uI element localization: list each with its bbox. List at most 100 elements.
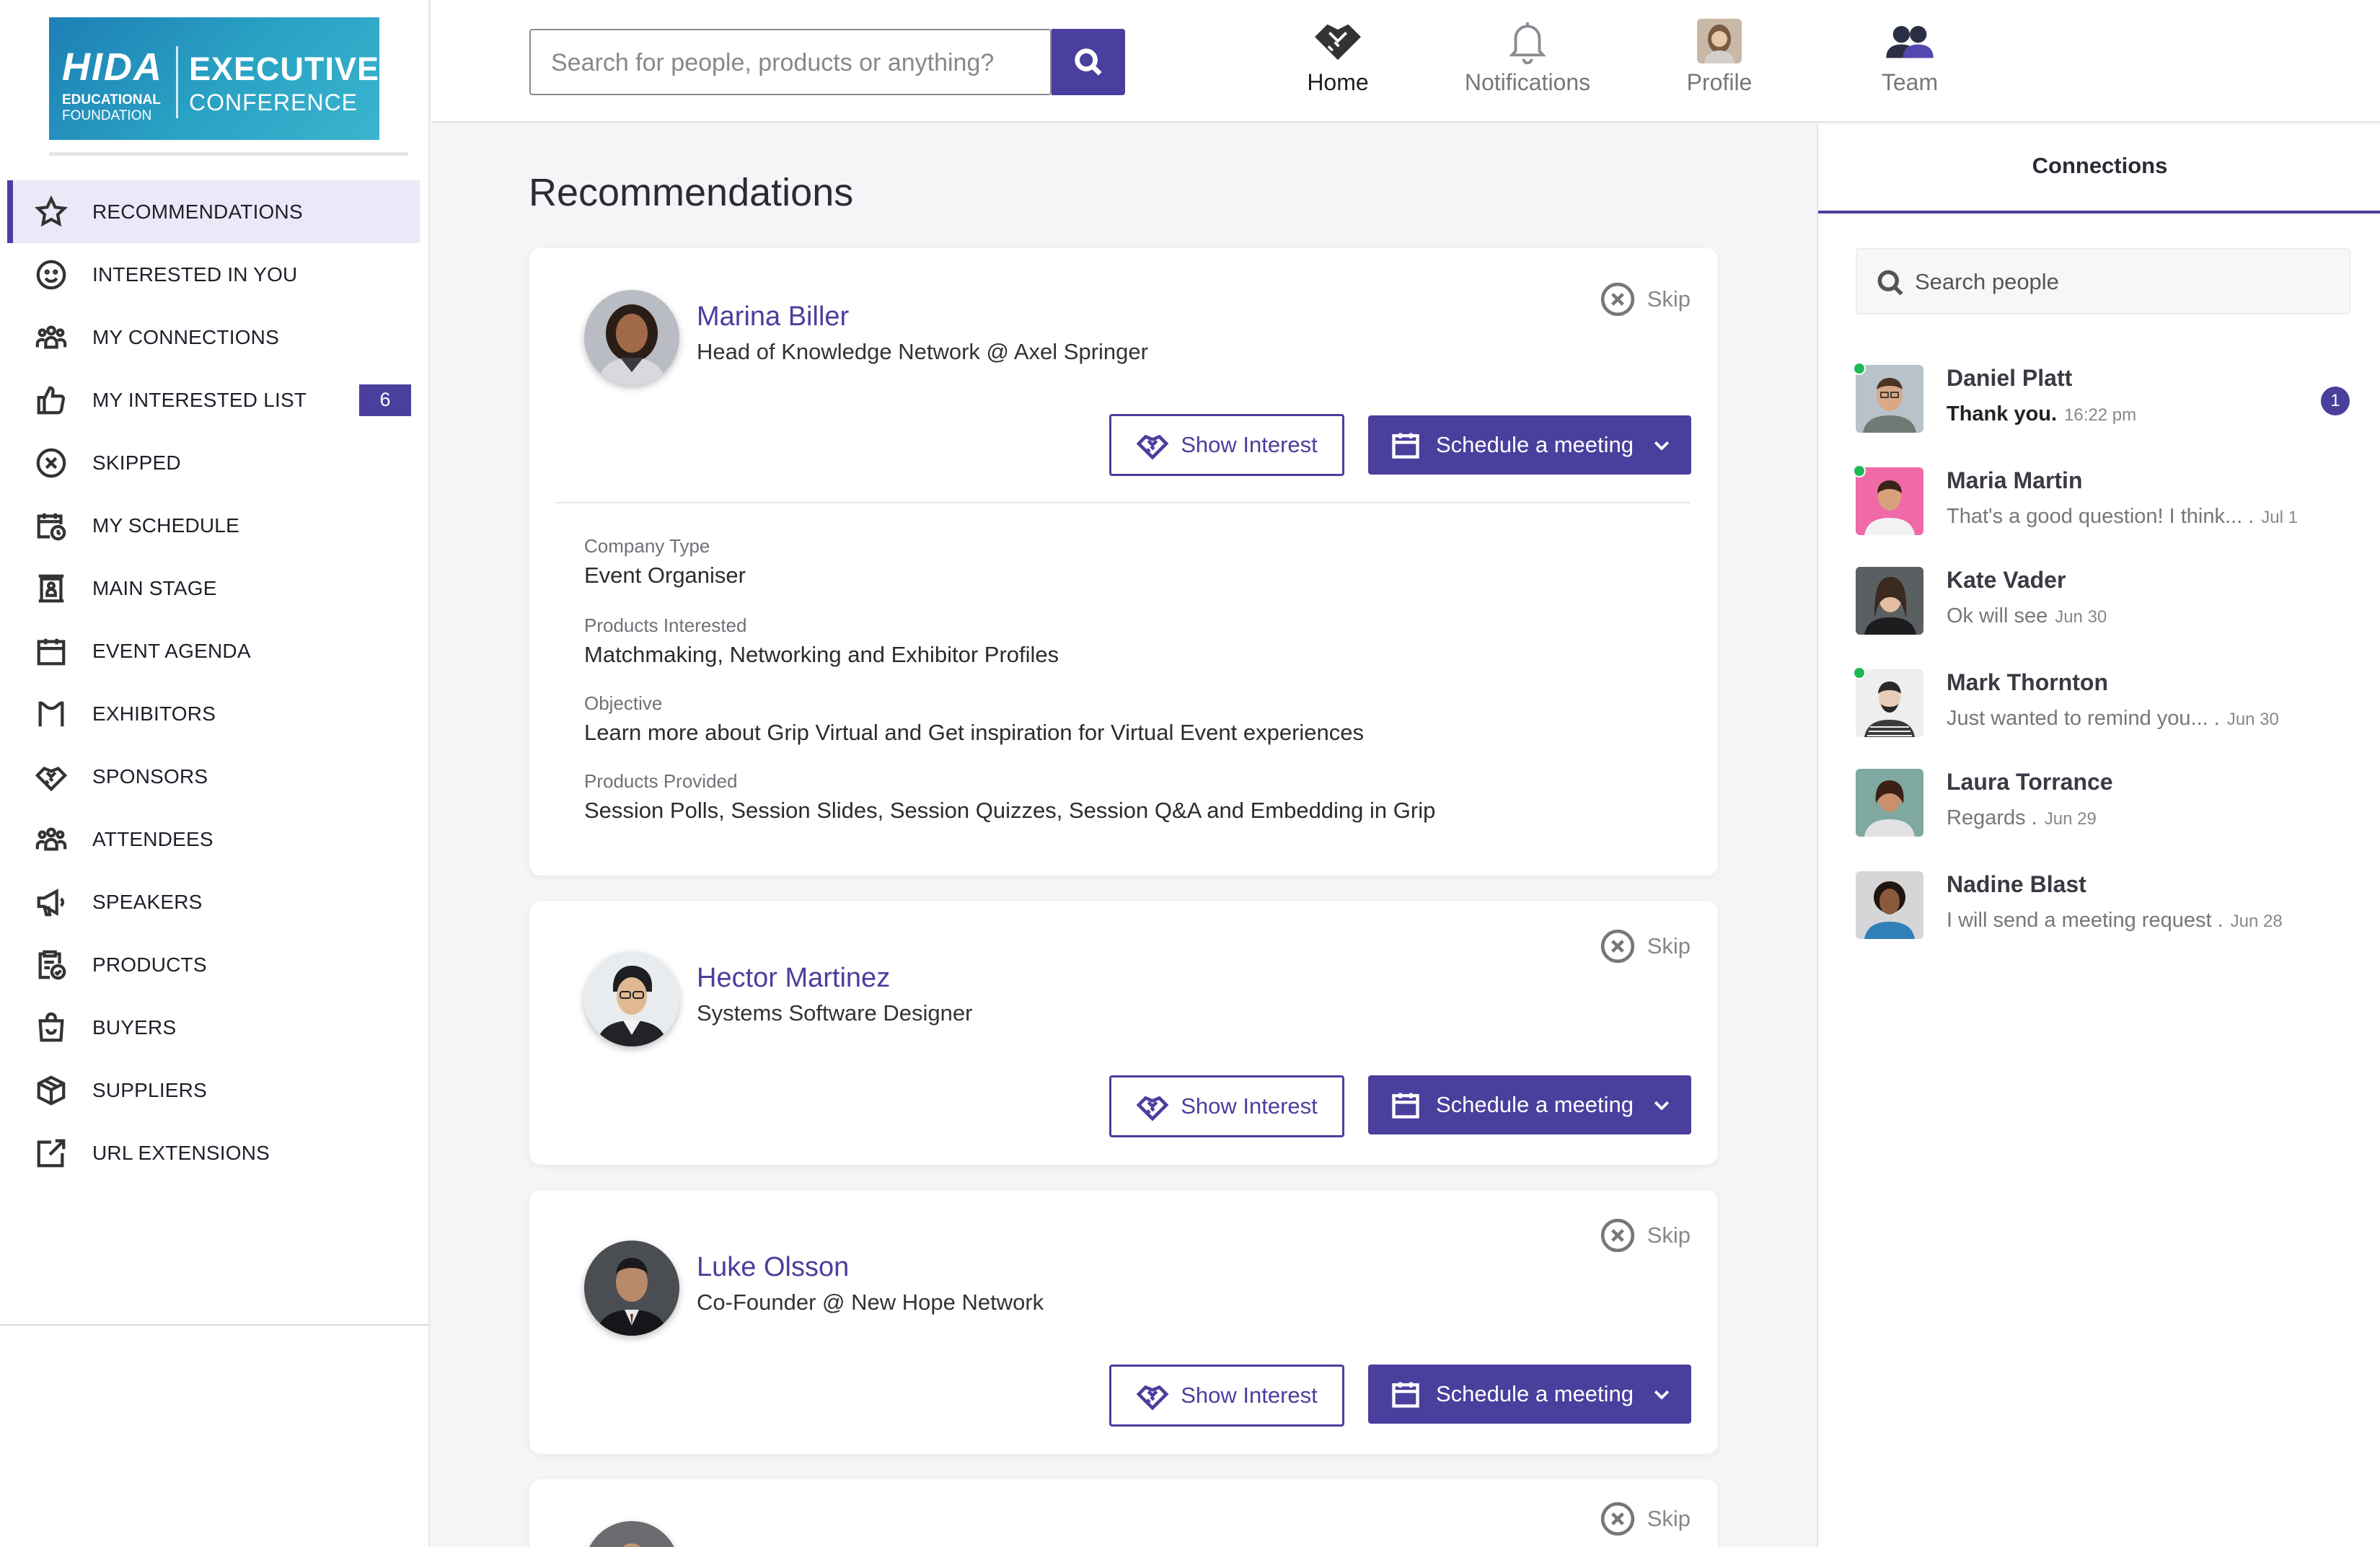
online-indicator — [1853, 362, 1866, 375]
topnav-home[interactable]: Home — [1251, 13, 1424, 108]
avatar — [1856, 669, 1923, 737]
online-indicator — [1853, 666, 1866, 679]
last-message: Just wanted to remind you... . Jun 30 — [1947, 707, 2279, 731]
show-interest-label: Show Interest — [1181, 1383, 1318, 1408]
sidebar-item-url-extensions[interactable]: URL EXTENSIONS — [7, 1121, 420, 1184]
avatar[interactable] — [584, 1521, 679, 1547]
event-logo[interactable]: HIDA EDUCATIONAL FOUNDATION EXECUTIVE CO… — [49, 17, 379, 140]
conversation-item[interactable]: Nadine Blast I will send a meeting reque… — [1856, 871, 2361, 951]
star-icon — [33, 194, 69, 230]
sidebar-item-products[interactable]: PRODUCTS — [7, 933, 420, 996]
schedule-meeting-button[interactable]: Schedule a meeting — [1368, 1365, 1691, 1424]
profile-avatar — [1697, 19, 1742, 63]
message-time: 16:22 pm — [2064, 405, 2137, 425]
topnav-label: Home — [1307, 69, 1369, 95]
detail-value: Matchmaking, Networking and Exhibitor Pr… — [584, 642, 1059, 667]
conversation-item[interactable]: Kate Vader Ok will see Jun 30 — [1856, 567, 2361, 646]
person-name[interactable]: Luke Olsson — [697, 1252, 849, 1283]
schedule-meeting-button[interactable]: Schedule a meeting — [1368, 1075, 1691, 1134]
sidebar-item-label: INTERESTED IN YOU — [92, 263, 298, 286]
logo-event-line1: EXECUTIVE — [189, 50, 380, 87]
calendar-icon — [1392, 1382, 1419, 1408]
sidebar-item-skipped[interactable]: SKIPPED — [7, 431, 420, 494]
topnav-team[interactable]: Team — [1823, 13, 1996, 108]
skip-button[interactable]: Skip — [1600, 928, 1691, 964]
message-time: Jun 29 — [2044, 809, 2097, 829]
skip-label: Skip — [1647, 1222, 1691, 1248]
conversation-item[interactable]: Mark Thornton Just wanted to remind you.… — [1853, 666, 2361, 749]
handshake-icon — [1315, 24, 1361, 61]
sidebar-item-speakers[interactable]: SPEAKERS — [7, 871, 420, 933]
schedule-meeting-button[interactable]: Schedule a meeting — [1368, 415, 1691, 475]
sidebar-item-interested-in-you[interactable]: INTERESTED IN YOU — [7, 243, 420, 306]
x-circle-icon — [1600, 1502, 1634, 1536]
group-icon — [33, 319, 69, 356]
recommendation-card: Marina Biller Head of Knowledge Network … — [529, 248, 1718, 876]
sidebar-item-label: URL EXTENSIONS — [92, 1141, 270, 1164]
sidebar-item-buyers[interactable]: BUYERS — [7, 996, 420, 1059]
sidebar-item-attendees[interactable]: ATTENDEES — [7, 808, 420, 871]
sidebar-item-main-stage[interactable]: MAIN STAGE — [7, 557, 420, 620]
avatar[interactable] — [584, 290, 679, 385]
sidebar-item-label: MAIN STAGE — [92, 576, 217, 599]
booth-icon — [33, 696, 69, 732]
topnav-notifications[interactable]: Notifications — [1441, 13, 1614, 108]
handshake-icon — [1136, 434, 1169, 460]
skip-button[interactable]: Skip — [1600, 1501, 1691, 1537]
chevron-down-icon[interactable] — [1651, 1383, 1672, 1405]
x-circle-icon — [1600, 282, 1634, 317]
topnav-profile[interactable]: Profile — [1633, 13, 1806, 108]
sidebar-item-my-connections[interactable]: MY CONNECTIONS — [7, 306, 420, 369]
logo-foundation-line2: FOUNDATION — [62, 108, 152, 123]
sidebar-item-my-schedule[interactable]: MY SCHEDULE — [7, 494, 420, 557]
calendar-clock-icon — [33, 508, 69, 544]
sidebar-item-recommendations[interactable]: RECOMMENDATIONS — [7, 180, 420, 243]
show-interest-button[interactable]: Show Interest — [1109, 1365, 1344, 1427]
recommendation-card: Hector Martinez Systems Software Designe… — [529, 901, 1718, 1165]
sidebar-item-label: EVENT AGENDA — [92, 639, 251, 662]
conversation-item[interactable]: Laura Torrance Regards . Jun 29 — [1856, 769, 2361, 848]
person-title: Systems Software Designer — [697, 1000, 973, 1026]
recommendation-card: Skip — [529, 1479, 1718, 1547]
online-indicator — [1853, 464, 1866, 477]
avatar — [1856, 871, 1923, 939]
sidebar-item-label: SPONSORS — [92, 764, 208, 788]
calendar-icon — [33, 633, 69, 669]
skip-button[interactable]: Skip — [1600, 281, 1691, 317]
chevron-down-icon[interactable] — [1651, 434, 1672, 456]
message-time: Jul 1 — [2261, 508, 2298, 527]
avatar[interactable] — [584, 951, 679, 1046]
sidebar-item-event-agenda[interactable]: EVENT AGENDA — [7, 620, 420, 682]
box-icon — [33, 1072, 69, 1109]
sidebar-item-exhibitors[interactable]: EXHIBITORS — [7, 682, 420, 745]
sidebar-item-my-interested-list[interactable]: MY INTERESTED LIST 6 — [7, 369, 420, 431]
show-interest-button[interactable]: Show Interest — [1109, 414, 1344, 476]
sidebar-divider — [0, 1324, 428, 1326]
skip-label: Skip — [1647, 286, 1691, 312]
message-text: Thank you. — [1947, 402, 2058, 426]
sidebar-item-suppliers[interactable]: SUPPLIERS — [7, 1059, 420, 1121]
avatar[interactable] — [584, 1240, 679, 1336]
last-message: That's a good question! I think... . Jul … — [1947, 505, 2298, 529]
tab-connections[interactable]: Connections — [1818, 124, 2380, 213]
message-time: Jun 28 — [2230, 912, 2283, 931]
top-bar: Home Notifications Profile Team — [431, 0, 2380, 123]
conversation-item[interactable]: Daniel Platt Thank you. 16:22 pm 1 — [1853, 362, 2361, 444]
person-name[interactable]: Hector Martinez — [697, 963, 890, 994]
sidebar-item-label: BUYERS — [92, 1015, 177, 1039]
sidebar-item-label: SUPPLIERS — [92, 1078, 207, 1101]
sidebar-item-sponsors[interactable]: SPONSORS — [7, 745, 420, 808]
search-button[interactable] — [1052, 29, 1125, 95]
sidebar-item-label: MY INTERESTED LIST — [92, 388, 307, 411]
chevron-down-icon[interactable] — [1651, 1094, 1672, 1116]
skip-button[interactable]: Skip — [1600, 1217, 1691, 1253]
person-name[interactable]: Marina Biller — [697, 301, 849, 332]
search-icon — [1075, 48, 1102, 76]
conversation-item[interactable]: Maria Martin That's a good question! I t… — [1853, 464, 2361, 547]
show-interest-button[interactable]: Show Interest — [1109, 1075, 1344, 1137]
people-search-input[interactable] — [1915, 265, 2333, 299]
x-circle-icon — [1600, 929, 1634, 964]
message-time: Jun 30 — [2226, 710, 2279, 729]
stage-icon — [33, 570, 69, 607]
global-search-input[interactable] — [551, 45, 1013, 81]
